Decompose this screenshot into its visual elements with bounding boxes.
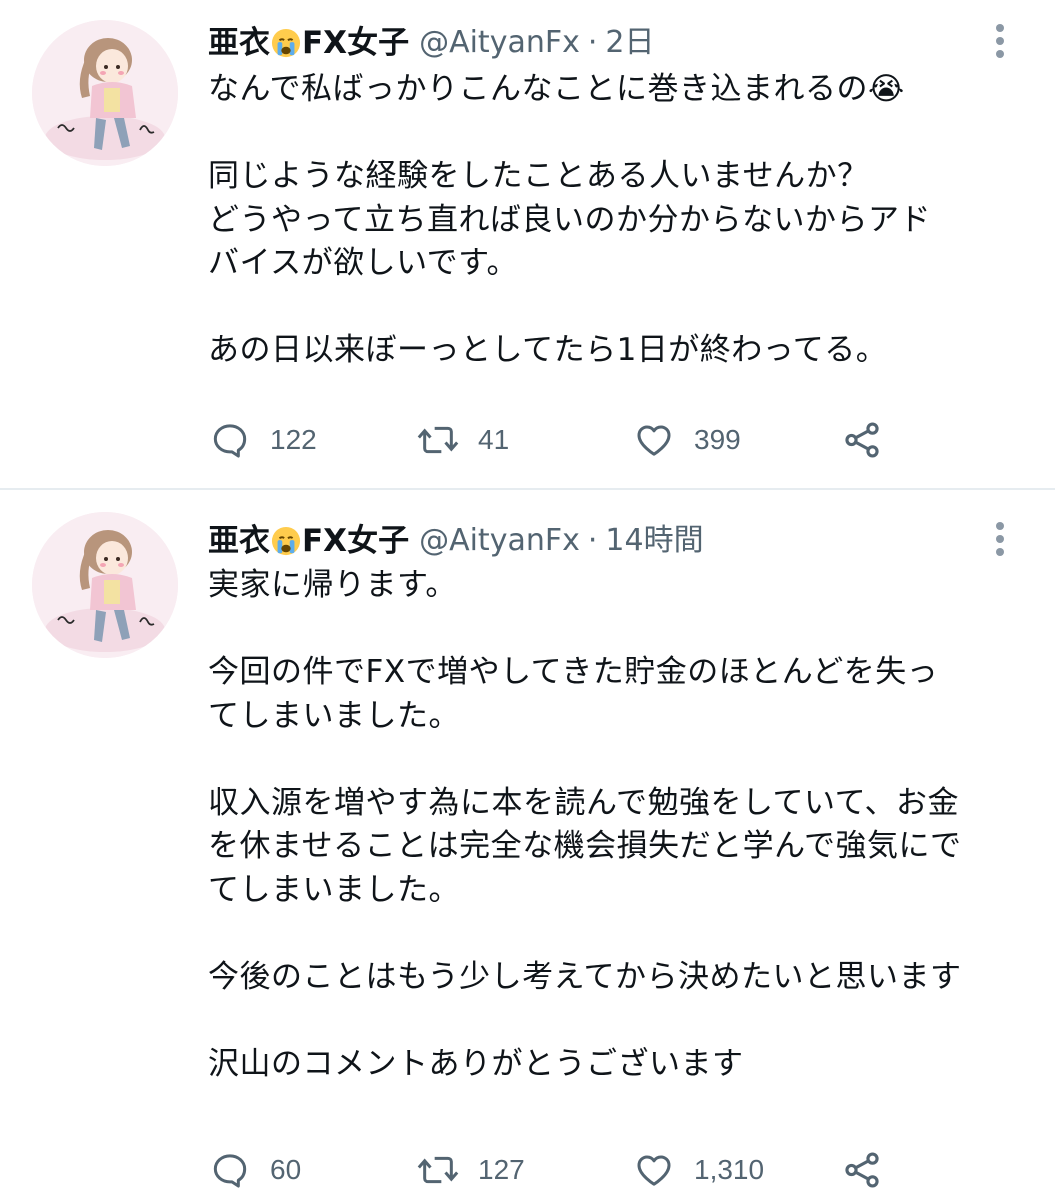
share-button[interactable] [840,1145,884,1195]
tweet-line: バイスが欲しいです。 [208,245,519,281]
tweet-line [208,286,1028,330]
reply-icon [208,418,252,462]
retweet-count: 127 [478,1154,525,1185]
tweet-header: 亜衣 FX女子 @AityanFx · 2日 [208,18,655,68]
timestamp[interactable]: 2日 [605,23,654,63]
tweet-header: 亜衣 FX女子 @AityanFx · 14時間 [208,516,704,566]
author-handle[interactable]: @AityanFx [419,23,580,63]
tweet-line: 沢山のコメントありがとうございます [208,1045,744,1082]
avatar-illustration [32,512,178,658]
author-name-suffix[interactable]: FX女子 [302,521,409,561]
retweet-icon [416,418,460,462]
tweet-line [208,999,1028,1043]
separator: · [587,523,598,558]
tweet-line: てしまいました。 [208,871,460,908]
tweet-line: を休ませることは完全な機会損失だと学んで強気にで [208,828,962,864]
retweet-icon [416,1148,460,1192]
tweet-actions: 60 127 1,310 [208,1145,908,1195]
tweet-line: どうやって立ち直れば良いのか分からないからアド [208,201,931,238]
reply-button[interactable]: 60 [208,1145,301,1195]
tweet-line [208,738,1028,782]
author-name[interactable]: 亜衣 [208,521,270,561]
separator: · [587,25,598,60]
tweet[interactable]: 亜衣 FX女子 @AityanFx · 2日 なんで私ばっかりこんなことに巻き込… [0,0,1055,490]
avatar[interactable] [32,20,178,166]
tweet-line: あの日以来ぼーっとしてたら1日が終わってる。 [208,332,888,368]
crying-face-emoji-icon [271,526,301,556]
tweet-text: 実家に帰ります。 今回の件でFXで増やしてきた貯金のほとんどを失っ てしまいまし… [208,564,1028,1086]
tweet-actions: 122 41 399 [208,415,908,465]
tweet-line: 実家に帰ります。 [208,567,457,603]
more-options-icon[interactable] [988,516,1012,562]
avatar-illustration [32,20,178,166]
like-count: 399 [694,424,741,455]
tweet-line: 今後のことはもう少し考えてから決めたいと思います [208,958,962,995]
tweet-line: てしまいました。 [208,697,460,734]
tweet[interactable]: 亜衣 FX女子 @AityanFx · 14時間 実家に帰ります。 今回の件でF… [0,490,1055,1200]
reply-button[interactable]: 122 [208,415,317,465]
timestamp[interactable]: 14時間 [605,521,703,561]
crying-face-emoji-icon [271,28,301,58]
more-options-icon[interactable] [988,18,1012,64]
like-button[interactable]: 399 [632,415,741,465]
reply-count: 60 [270,1154,302,1185]
avatar[interactable] [32,512,178,658]
tweet-line [208,608,1028,652]
tweet-line: 今回の件でFXで増やしてきた貯金のほとんどを失っ [208,654,939,690]
tweet-text: なんで私ばっかりこんなことに巻き込まれるの😭 同じような経験をしたことある人いま… [208,68,1028,373]
author-name-suffix[interactable]: FX女子 [302,23,409,63]
reply-icon [208,1148,252,1192]
share-button[interactable] [840,415,884,465]
like-icon [632,418,676,462]
retweet-count: 41 [478,424,510,455]
retweet-button[interactable]: 127 [416,1145,525,1195]
reply-count: 122 [270,424,317,455]
share-icon [840,418,884,462]
tweet-line [208,912,1028,956]
tweet-line: 同じような経験をしたことある人いませんか？ [208,158,869,194]
tweet-line [208,112,1028,156]
share-icon [840,1148,884,1192]
retweet-button[interactable]: 41 [416,415,509,465]
tweet-line: なんで私ばっかりこんなことに巻き込まれるの😭 [208,71,905,107]
author-handle[interactable]: @AityanFx [419,521,580,561]
like-button[interactable]: 1,310 [632,1145,764,1195]
author-name[interactable]: 亜衣 [208,23,270,63]
tweet-line: 収入源を増やす為に本を読んで勉強をしていて、お金 [208,784,960,821]
like-count: 1,310 [694,1154,765,1185]
like-icon [632,1148,676,1192]
